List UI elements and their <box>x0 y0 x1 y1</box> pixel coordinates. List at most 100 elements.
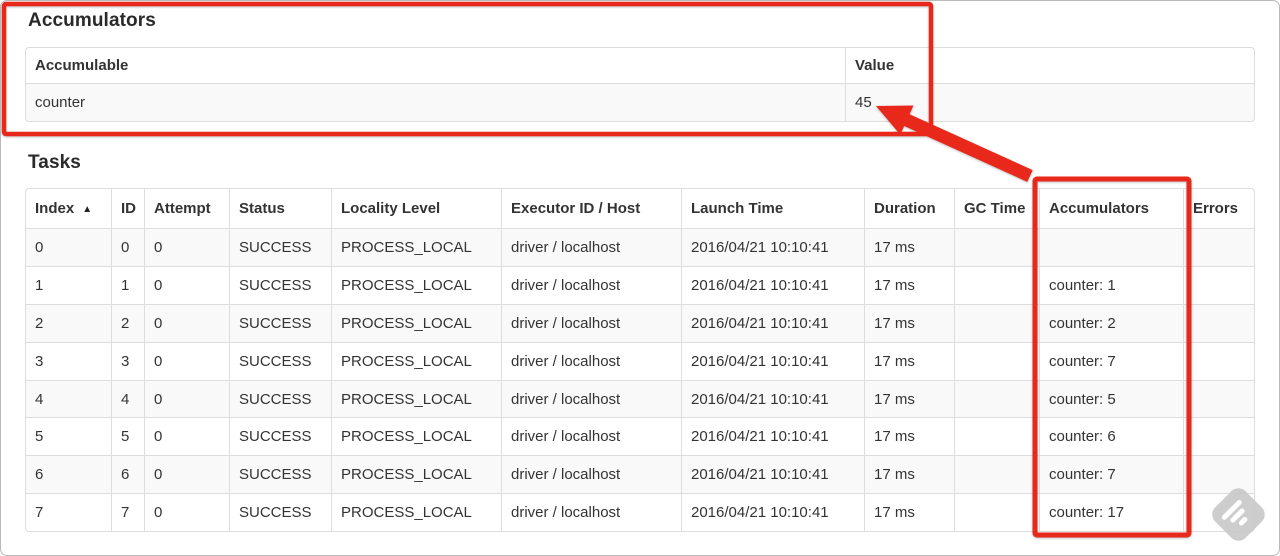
task-cell-gc-time <box>954 341 1039 380</box>
tasks-col-header-launch-time[interactable]: Launch Time <box>681 189 864 228</box>
task-cell-status: SUCCESS <box>229 493 331 532</box>
accumulable-table: Accumulable Value counter 45 <box>25 47 1255 122</box>
task-cell-locality-level: PROCESS_LOCAL <box>331 303 501 342</box>
task-cell-attempt: 0 <box>144 417 229 456</box>
header-label: Status <box>239 200 285 217</box>
task-cell-gc-time <box>954 265 1039 304</box>
task-cell-errors <box>1183 417 1254 456</box>
header-label: ID <box>121 200 136 217</box>
task-cell-index: 5 <box>26 417 111 455</box>
tasks-table: Index ▲ ID Attempt Status Locality Level Execu… <box>25 188 1255 533</box>
header-label: GC Time <box>964 200 1026 217</box>
task-cell-gc-time <box>954 228 1039 266</box>
task-cell-attempt: 0 <box>144 455 229 494</box>
task-row-2: 2 2 0 SUCCESS PROCESS_LOCAL driver / localhos… <box>26 303 1254 342</box>
task-row-1: 1 1 0 SUCCESS PROCESS_LOCAL driver / localhos… <box>26 265 1254 304</box>
task-row-4: 4 4 0 SUCCESS PROCESS_LOCAL driver / localhos… <box>26 379 1254 418</box>
task-cell-accumulators: counter: 1 <box>1039 265 1183 304</box>
task-cell-accumulators <box>1039 228 1183 266</box>
accumulable-header-row: Accumulable Value <box>26 48 1254 83</box>
task-cell-id: 6 <box>111 455 144 494</box>
task-cell-accumulators: counter: 17 <box>1039 493 1183 532</box>
task-cell-duration: 17 ms <box>864 265 954 304</box>
task-cell-launch-time: 2016/04/21 10:10:41 <box>681 455 864 494</box>
tasks-header-row: Index ▲ ID Attempt Status Locality Level Execu… <box>26 189 1254 228</box>
task-row-3: 3 3 0 SUCCESS PROCESS_LOCAL driver / localhos… <box>26 341 1254 380</box>
task-cell-executor-id-host: driver / localhost <box>501 341 681 380</box>
tasks-col-header-index[interactable]: Index ▲ <box>26 189 111 228</box>
task-row-5: 5 5 0 SUCCESS PROCESS_LOCAL driver / localhos… <box>26 417 1254 456</box>
task-cell-locality-level: PROCESS_LOCAL <box>331 379 501 418</box>
task-cell-status: SUCCESS <box>229 455 331 494</box>
task-cell-errors <box>1183 455 1254 494</box>
task-cell-locality-level: PROCESS_LOCAL <box>331 228 501 266</box>
task-cell-gc-time <box>954 493 1039 532</box>
task-cell-executor-id-host: driver / localhost <box>501 228 681 266</box>
task-cell-id: 0 <box>111 228 144 266</box>
tasks-col-header-status[interactable]: Status <box>229 189 331 228</box>
task-cell-errors <box>1183 379 1254 418</box>
task-cell-accumulators: counter: 2 <box>1039 303 1183 342</box>
tasks-col-header-accumulators[interactable]: Accumulators <box>1039 189 1183 228</box>
task-cell-launch-time: 2016/04/21 10:10:41 <box>681 493 864 532</box>
header-label: Executor ID / Host <box>511 200 641 217</box>
task-cell-id: 1 <box>111 265 144 304</box>
task-cell-accumulators: counter: 7 <box>1039 455 1183 494</box>
header-label: Attempt <box>154 200 211 217</box>
task-cell-id: 3 <box>111 341 144 380</box>
task-cell-executor-id-host: driver / localhost <box>501 455 681 494</box>
task-cell-executor-id-host: driver / localhost <box>501 417 681 456</box>
task-cell-index: 2 <box>26 303 111 342</box>
task-cell-status: SUCCESS <box>229 341 331 380</box>
task-cell-accumulators: counter: 5 <box>1039 379 1183 418</box>
task-cell-errors <box>1183 228 1254 266</box>
task-cell-status: SUCCESS <box>229 228 331 266</box>
task-cell-duration: 17 ms <box>864 417 954 456</box>
tasks-col-header-duration[interactable]: Duration <box>864 189 954 228</box>
task-cell-launch-time: 2016/04/21 10:10:41 <box>681 303 864 342</box>
task-row-6: 6 6 0 SUCCESS PROCESS_LOCAL driver / localhos… <box>26 455 1254 494</box>
task-cell-attempt: 0 <box>144 341 229 380</box>
task-cell-duration: 17 ms <box>864 493 954 532</box>
task-cell-status: SUCCESS <box>229 417 331 456</box>
task-cell-executor-id-host: driver / localhost <box>501 379 681 418</box>
task-cell-index: 1 <box>26 265 111 304</box>
task-cell-index: 6 <box>26 455 111 493</box>
task-cell-index: 4 <box>26 379 111 418</box>
task-cell-gc-time <box>954 455 1039 494</box>
task-cell-accumulators: counter: 6 <box>1039 417 1183 456</box>
task-cell-locality-level: PROCESS_LOCAL <box>331 455 501 494</box>
task-cell-status: SUCCESS <box>229 265 331 304</box>
task-cell-gc-time <box>954 303 1039 342</box>
tasks-col-header-errors[interactable]: Errors <box>1183 189 1254 228</box>
tasks-col-header-gc-time[interactable]: GC Time <box>954 189 1039 228</box>
task-cell-index: 3 <box>26 341 111 380</box>
task-cell-duration: 17 ms <box>864 341 954 380</box>
task-cell-duration: 17 ms <box>864 228 954 266</box>
task-cell-attempt: 0 <box>144 493 229 532</box>
tasks-col-header-executor-id-host[interactable]: Executor ID / Host <box>501 189 681 228</box>
task-cell-duration: 17 ms <box>864 455 954 494</box>
col-header-value: Value <box>845 48 1254 83</box>
spark-stage-page: Accumulators Accumulable Value counter 4… <box>0 0 1280 556</box>
task-cell-locality-level: PROCESS_LOCAL <box>331 417 501 456</box>
accumulable-name-cell: counter <box>26 83 845 121</box>
col-header-accumulable: Accumulable <box>35 57 129 74</box>
task-cell-id: 7 <box>111 493 144 532</box>
task-cell-attempt: 0 <box>144 303 229 342</box>
task-cell-executor-id-host: driver / localhost <box>501 493 681 532</box>
task-cell-status: SUCCESS <box>229 303 331 342</box>
tasks-col-header-attempt[interactable]: Attempt <box>144 189 229 228</box>
tasks-col-header-locality-level[interactable]: Locality Level <box>331 189 501 228</box>
task-cell-status: SUCCESS <box>229 379 331 418</box>
task-cell-errors <box>1183 303 1254 342</box>
accumulators-heading: Accumulators <box>28 10 156 31</box>
task-cell-locality-level: PROCESS_LOCAL <box>331 493 501 532</box>
tasks-col-header-id[interactable]: ID <box>111 189 144 228</box>
task-cell-id: 2 <box>111 303 144 342</box>
task-cell-executor-id-host: driver / localhost <box>501 265 681 304</box>
task-cell-locality-level: PROCESS_LOCAL <box>331 341 501 380</box>
accumulable-row-counter: counter 45 <box>26 83 1254 121</box>
task-cell-launch-time: 2016/04/21 10:10:41 <box>681 265 864 304</box>
task-cell-id: 5 <box>111 417 144 456</box>
